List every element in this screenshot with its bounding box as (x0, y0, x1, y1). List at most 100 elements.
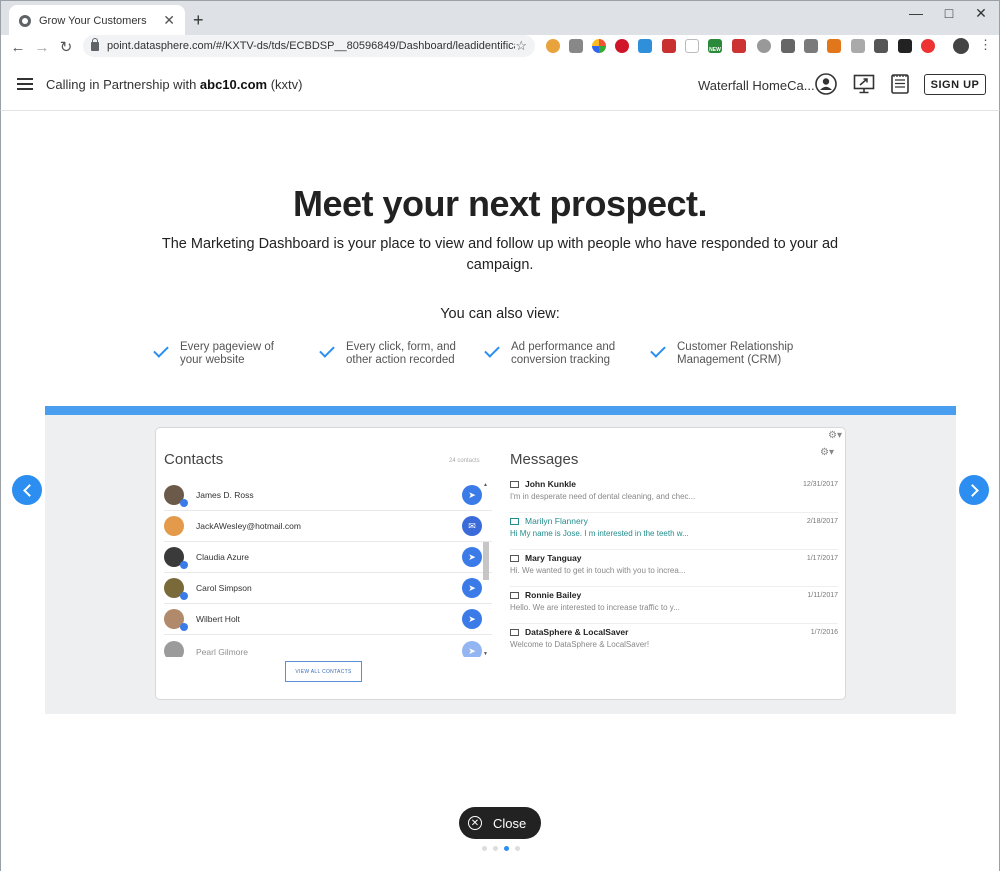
feature-item: Every pageview of your website (152, 341, 302, 367)
checkmark-icon (484, 342, 500, 358)
carousel-prev-button[interactable] (12, 475, 42, 505)
partnership-prefix: Calling in Partnership with (46, 77, 200, 92)
envelope-icon (510, 629, 519, 636)
message-date: 12/31/2017 (802, 481, 838, 488)
gear-icon[interactable]: ⚙▾ (828, 430, 842, 441)
gear-icon[interactable]: ⚙▾ (820, 447, 834, 458)
carousel-dot[interactable] (482, 846, 487, 851)
message-item[interactable]: Ronnie Bailey 1/11/2017 Hello. We are in… (510, 587, 838, 624)
messenger-icon[interactable]: ➤ (462, 609, 482, 629)
message-item[interactable]: Marilyn Flannery 2/18/2017 Hi My name is… (510, 513, 838, 550)
carousel-dot[interactable] (515, 846, 520, 851)
messenger-icon[interactable]: ➤ (462, 578, 482, 598)
close-button[interactable]: ✕ Close (459, 807, 541, 839)
message-item[interactable]: DataSphere & LocalSaver 1/7/2016 Welcome… (510, 624, 838, 661)
contact-row[interactable]: Claudia Azure ➤ (164, 542, 492, 573)
back-icon[interactable]: ← (6, 39, 30, 56)
hero-subtitle: The Marketing Dashboard is your place to… (161, 236, 839, 273)
window-extension-icon[interactable] (638, 39, 652, 53)
contacts-scrollbar[interactable]: ▲ ▼ (482, 482, 490, 657)
business-name: Waterfall HomeCa... (698, 78, 815, 93)
camera-extension-icon[interactable] (569, 39, 583, 53)
contact-name: JackAWesley@hotmail.com (196, 521, 301, 531)
scroll-up-icon[interactable]: ▲ (483, 482, 488, 488)
avatar (164, 485, 188, 507)
browser-tab-bar: Grow Your Customers ✕ + — □ ✕ (0, 0, 1000, 36)
carousel-dots (482, 846, 526, 851)
messenger-icon[interactable]: ➤ (462, 641, 482, 657)
contact-row[interactable]: Carol Simpson ➤ (164, 573, 492, 604)
browser-tab[interactable]: Grow Your Customers ✕ (9, 5, 185, 36)
new-tab-button[interactable]: + (193, 10, 204, 31)
color-extension-icon[interactable] (592, 39, 606, 53)
like-badge-icon (180, 623, 188, 631)
avatar (164, 641, 184, 657)
url-text: point.datasphere.com/#/KXTV-ds/tds/ECBDS… (107, 40, 516, 52)
text-extension-icon[interactable] (781, 39, 795, 53)
carousel-dot-active[interactable] (504, 846, 509, 851)
window-border-left (0, 111, 1, 871)
user-extension-icon[interactable] (851, 39, 865, 53)
sep-extension-icon[interactable] (804, 39, 818, 53)
notepad-icon[interactable] (889, 73, 911, 95)
url-field[interactable]: point.datasphere.com/#/KXTV-ds/tds/ECBDS… (83, 35, 535, 57)
address-bar-row: ← → ↻ point.datasphere.com/#/KXTV-ds/tds… (0, 35, 1000, 59)
message-item[interactable]: John Kunkle 12/31/2017 I'm in desperate … (510, 476, 838, 513)
email-icon[interactable]: ✉ (462, 516, 482, 536)
calendar-extension-icon[interactable] (685, 39, 699, 53)
messenger-icon[interactable]: ➤ (462, 547, 482, 567)
view-all-contacts-button[interactable]: VIEW ALL CONTACTS (285, 661, 362, 682)
contacts-count: 24 contacts (449, 458, 480, 464)
avatar (164, 547, 188, 569)
gmail-extension-icon[interactable] (732, 39, 746, 53)
hamburger-menu-icon[interactable] (17, 78, 33, 90)
envelope-icon (510, 518, 519, 525)
p-extension-icon[interactable] (898, 39, 912, 53)
new-extension-icon[interactable]: NEW (708, 39, 722, 53)
message-date: 2/18/2017 (806, 518, 838, 525)
bookmark-star-icon[interactable]: ☆ (515, 38, 527, 54)
cookie-extension-icon[interactable] (546, 39, 560, 53)
tag-extension-icon[interactable] (874, 39, 888, 53)
reload-icon[interactable]: ↻ (54, 38, 78, 56)
metamask-extension-icon[interactable] (827, 39, 841, 53)
tab-close-icon[interactable]: ✕ (163, 12, 175, 29)
pinterest-extension-icon[interactable] (615, 39, 629, 53)
like-badge-icon (180, 592, 188, 600)
message-date: 1/7/2016 (810, 629, 838, 636)
contact-row[interactable]: JackAWesley@hotmail.com ✉ (164, 511, 492, 542)
avatar (164, 578, 188, 600)
tab-title: Grow Your Customers (39, 14, 147, 27)
partnership-text: Calling in Partnership with abc10.com (k… (46, 77, 303, 92)
feature-item: Every click, form, and other action reco… (318, 341, 468, 367)
menu-kebab-icon[interactable]: ⋮ (979, 37, 992, 52)
message-sender: DataSphere & LocalSaver (525, 627, 629, 637)
sign-up-button[interactable]: SIGN UP (924, 74, 986, 95)
contact-row[interactable]: Wilbert Holt ➤ (164, 604, 492, 635)
new-badge: NEW (709, 47, 721, 53)
forward-icon[interactable]: → (30, 39, 54, 56)
contact-name: Pearl Gilmore (196, 647, 248, 657)
contact-row[interactable]: Pearl Gilmore ➤ (164, 635, 492, 657)
carousel-dot[interactable] (493, 846, 498, 851)
seo-extension-icon[interactable] (757, 39, 771, 53)
contact-row[interactable]: James D. Ross ➤ (164, 480, 492, 511)
profile-avatar-icon[interactable] (953, 38, 969, 54)
red-extension-icon[interactable] (921, 39, 935, 53)
messages-title: Messages (510, 451, 579, 468)
hero-title: Meet your next prospect. (292, 183, 708, 224)
globe-icon (19, 14, 31, 27)
book-extension-icon[interactable] (662, 39, 676, 53)
messenger-icon[interactable]: ➤ (462, 485, 482, 505)
partner-name: abc10.com (199, 77, 268, 92)
carousel-next-button[interactable] (959, 475, 989, 505)
window-close-icon[interactable]: ✕ (961, 5, 1000, 22)
message-item[interactable]: Mary Tanguay 1/17/2017 Hi. We wanted to … (510, 550, 838, 587)
account-icon[interactable] (815, 73, 837, 95)
close-circle-icon: ✕ (468, 816, 482, 830)
contact-name: Carol Simpson (196, 583, 252, 593)
partner-suffix: (kxtv) (267, 77, 303, 92)
scroll-down-icon[interactable]: ▼ (483, 651, 488, 657)
screen-share-icon[interactable] (853, 73, 875, 95)
scrollbar-thumb[interactable] (483, 542, 489, 580)
